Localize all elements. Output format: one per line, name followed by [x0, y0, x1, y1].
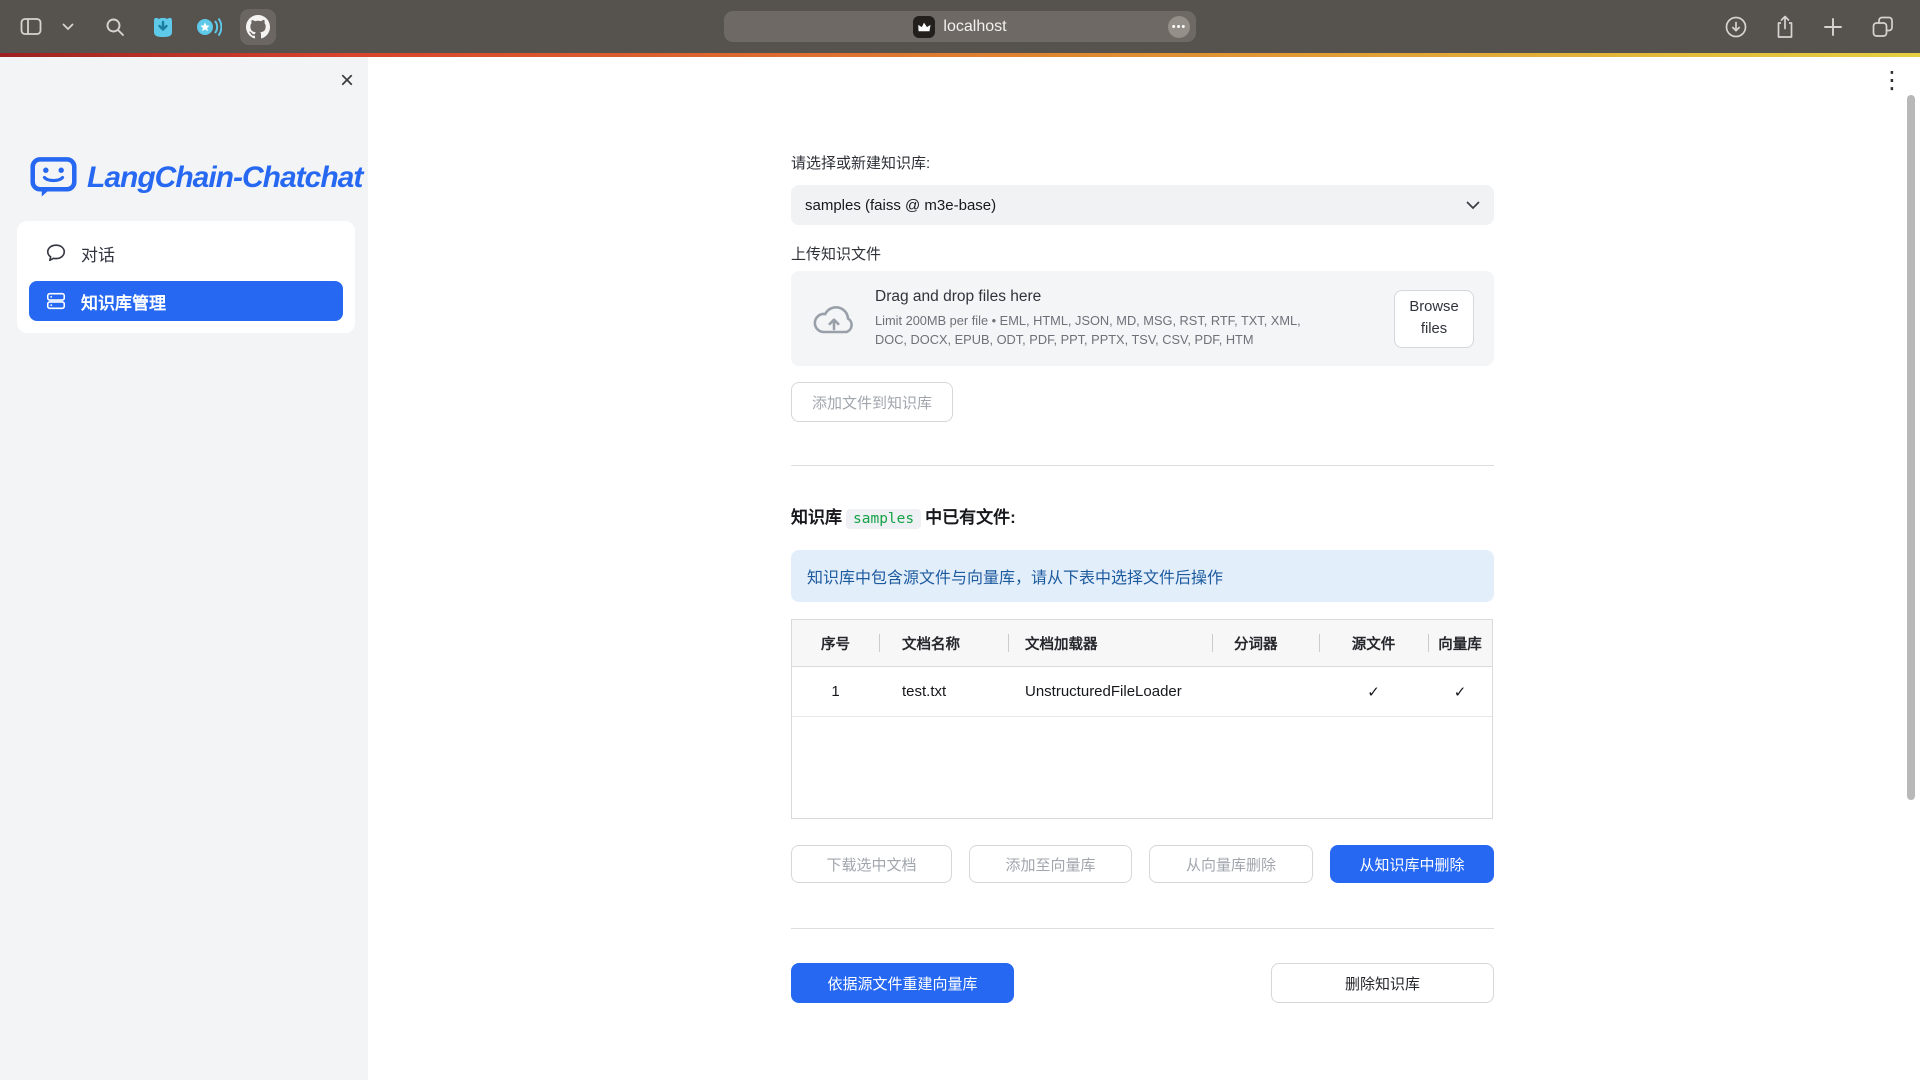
download-selected-docs-button[interactable]: 下载选中文档 — [791, 845, 952, 883]
delete-from-kb-button[interactable]: 从知识库中删除 — [1330, 845, 1494, 883]
dropzone-title: Drag and drop files here — [875, 288, 1325, 306]
sidebar-item-kb-management[interactable]: 知识库管理 — [29, 281, 343, 321]
divider — [791, 465, 1494, 466]
chevron-down-icon[interactable] — [62, 23, 74, 31]
site-url: localhost — [943, 18, 1006, 36]
sidebar-toggle-icon[interactable] — [20, 17, 44, 37]
app-logo: LangChain-Chatchat — [30, 155, 362, 200]
table-row[interactable]: 1 test.txt UnstructuredFileLoader ✓ ✓ — [792, 667, 1492, 717]
scrollbar-thumb[interactable] — [1907, 95, 1915, 800]
main-content: ⋮ 请选择或新建知识库: samples (faiss @ m3e-base) … — [368, 57, 1920, 1080]
add-files-to-kb-button[interactable]: 添加文件到知识库 — [791, 382, 953, 422]
kb-files-heading: 知识库samples中已有文件: — [791, 503, 1494, 528]
col-header-vector-store: 向量库 — [1428, 620, 1492, 666]
upload-label: 上传知识文件 — [791, 243, 1494, 264]
share-icon[interactable] — [1774, 14, 1796, 40]
chevron-down-icon — [1466, 201, 1480, 210]
cell-doc-name: test.txt — [879, 667, 1008, 716]
col-header-source-file: 源文件 — [1319, 620, 1428, 666]
app-page: × LangChain-Chatchat 对话 — [0, 57, 1920, 1080]
site-favicon-crown-icon — [913, 16, 935, 38]
chat-bubble-logo-icon — [30, 155, 77, 200]
chat-bubble-icon — [45, 242, 67, 264]
file-dropzone[interactable]: Drag and drop files here Limit 200MB per… — [791, 271, 1494, 366]
search-icon[interactable] — [104, 16, 126, 38]
close-sidebar-icon[interactable]: × — [340, 69, 354, 93]
info-banner: 知识库中包含源文件与向量库，请从下表中选择文件后操作 — [791, 550, 1494, 602]
delete-from-vector-store-button[interactable]: 从向量库删除 — [1149, 845, 1313, 883]
divider — [791, 928, 1494, 929]
sidebar-item-label: 知识库管理 — [81, 289, 166, 314]
col-header-loader: 文档加载器 — [1008, 620, 1212, 666]
cloud-upload-icon — [811, 301, 857, 337]
kb-select-label: 请选择或新建知识库: — [791, 152, 1494, 173]
dropzone-hint: Limit 200MB per file • EML, HTML, JSON, … — [875, 312, 1325, 349]
kb-files-table: 序号 文档名称 文档加载器 分词器 源文件 向量库 1 test.txt Uns… — [791, 619, 1493, 819]
cell-vector-store-check: ✓ — [1428, 667, 1492, 716]
kb-name-code: samples — [846, 509, 921, 529]
github-icon[interactable] — [240, 9, 276, 45]
cell-source-file-check: ✓ — [1319, 667, 1428, 716]
download-extension-icon[interactable] — [150, 14, 176, 40]
table-header-row: 序号 文档名称 文档加载器 分词器 源文件 向量库 — [792, 620, 1492, 667]
sidebar: × LangChain-Chatchat 对话 — [0, 57, 368, 1080]
page-options-icon[interactable]: ••• — [1168, 16, 1190, 38]
add-to-vector-store-button[interactable]: 添加至向量库 — [969, 845, 1132, 883]
kb-level-buttons: 依据源文件重建向量库 删除知识库 — [791, 963, 1494, 1003]
cell-splitter — [1212, 667, 1319, 716]
sidebar-item-label: 对话 — [81, 241, 115, 266]
col-header-splitter: 分词器 — [1212, 620, 1319, 666]
kb-heading-prefix: 知识库 — [791, 508, 842, 527]
kb-selectbox-value: samples (faiss @ m3e-base) — [805, 197, 996, 214]
col-header-doc-name: 文档名称 — [879, 620, 1008, 666]
kb-heading-suffix: 中已有文件: — [925, 508, 1016, 527]
overflow-menu-icon[interactable]: ⋮ — [1880, 69, 1904, 93]
col-header-index: 序号 — [792, 620, 879, 666]
address-bar[interactable]: localhost ••• — [724, 11, 1196, 42]
cell-index: 1 — [792, 667, 879, 716]
sidebar-item-dialogue[interactable]: 对话 — [29, 233, 343, 273]
kb-selectbox[interactable]: samples (faiss @ m3e-base) — [791, 185, 1494, 225]
tabs-overview-icon[interactable] — [1870, 14, 1896, 40]
delete-kb-button[interactable]: 删除知识库 — [1271, 963, 1494, 1003]
browse-files-button[interactable]: Browse files — [1394, 290, 1474, 348]
app-logo-text: LangChain-Chatchat — [87, 161, 362, 195]
rings-star-extension-icon[interactable] — [194, 14, 222, 40]
new-tab-icon[interactable] — [1822, 16, 1844, 38]
downloads-icon[interactable] — [1724, 15, 1748, 39]
cell-loader: UnstructuredFileLoader — [1008, 667, 1212, 716]
database-icon — [45, 290, 67, 312]
browser-toolbar: localhost ••• — [0, 0, 1920, 53]
sidebar-menu: 对话 知识库管理 — [17, 221, 355, 333]
rebuild-vector-store-button[interactable]: 依据源文件重建向量库 — [791, 963, 1014, 1003]
table-action-buttons: 下载选中文档 添加至向量库 从向量库删除 从知识库中删除 — [791, 845, 1494, 883]
